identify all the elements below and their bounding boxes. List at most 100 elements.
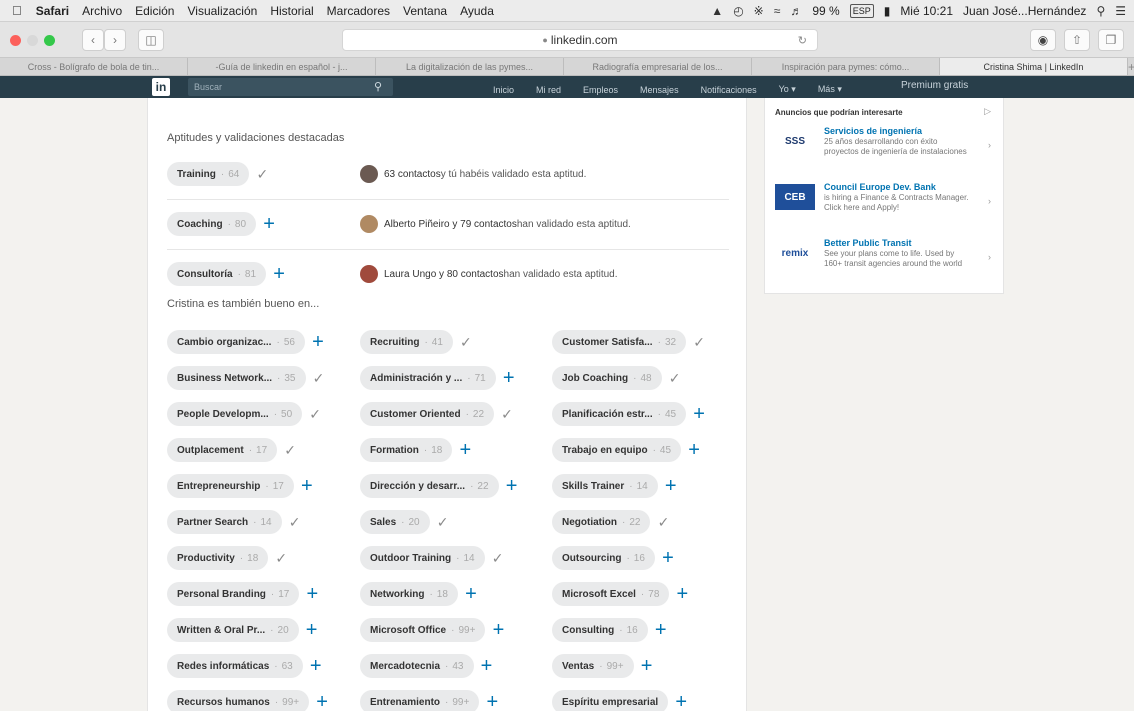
also-skill-pill[interactable]: Outplacement 17 (167, 438, 278, 462)
address-bar[interactable]: ● linkedin.com ↻ (342, 29, 818, 51)
also-skill-pill[interactable]: Microsoft Office 99+ (360, 618, 486, 642)
endorsed-check-icon[interactable]: ✓ (272, 546, 290, 570)
also-skill-pill[interactable]: Partner Search 14 (167, 510, 282, 534)
also-skill-pill[interactable]: Administración y ... 71 (360, 366, 496, 390)
endorse-plus-icon[interactable]: + (489, 618, 507, 642)
menu-edicion[interactable]: Edición (135, 4, 174, 18)
nav-empleos[interactable]: Empleos (572, 85, 629, 98)
endorse-plus-icon[interactable]: + (478, 654, 496, 678)
also-skill-pill[interactable]: Mercadotecnia 43 (360, 654, 474, 678)
also-skill-pill[interactable]: Sales 20 (360, 510, 430, 534)
endorsers-link[interactable]: 63 contactos (384, 169, 441, 180)
menu-ayuda[interactable]: Ayuda (460, 4, 494, 18)
also-skill-pill[interactable]: Skills Trainer 14 (552, 474, 658, 498)
endorsement-summary[interactable]: Laura Ungo y 80 contactos han validado e… (360, 262, 618, 286)
search-icon[interactable]: ⚲ (374, 80, 382, 93)
minimize-window-button[interactable] (27, 35, 38, 46)
nav-notificaciones[interactable]: Notificaciones (690, 85, 768, 98)
reload-icon[interactable]: ↻ (798, 34, 807, 47)
also-skill-pill[interactable]: Productivity 18 (167, 546, 269, 570)
also-skill-pill[interactable]: Espíritu empresarial (552, 690, 669, 711)
endorse-plus-icon[interactable]: + (307, 654, 325, 678)
also-skill-pill[interactable]: Dirección y desarr... 22 (360, 474, 499, 498)
endorse-plus-icon[interactable]: + (652, 618, 670, 642)
also-skill-pill[interactable]: Redes informáticas 63 (167, 654, 303, 678)
tab-5[interactable]: Inspiración para pymes: cómo... (752, 58, 940, 75)
tab-3[interactable]: La digitalización de las pymes... (376, 58, 564, 75)
endorse-plus-icon[interactable]: + (483, 690, 501, 711)
endorser-avatar[interactable] (360, 165, 378, 183)
endorse-plus-icon[interactable]: + (456, 438, 474, 462)
featured-skill-pill[interactable]: Consultoría 81 (167, 262, 267, 286)
also-skill-pill[interactable]: Ventas 99+ (552, 654, 634, 678)
input-language-badge[interactable]: ESP (849, 4, 874, 18)
apple-icon[interactable]:  (12, 3, 22, 18)
also-skill-pill[interactable]: Negotiation 22 (552, 510, 651, 534)
also-skill-pill[interactable]: Consulting 16 (552, 618, 648, 642)
endorsement-summary[interactable]: Alberto Piñeiro y 79 contactos han valid… (360, 212, 631, 236)
endorsed-check-icon[interactable]: ✓ (498, 402, 516, 426)
endorse-plus-icon[interactable]: + (313, 690, 331, 711)
menubar-clock[interactable]: Mié 10:21 (900, 4, 953, 18)
endorsement-summary[interactable]: 63 contactos y tú habéis validado esta a… (360, 162, 586, 186)
chevron-right-icon[interactable]: › (988, 196, 991, 206)
endorse-plus-icon[interactable]: + (685, 438, 703, 462)
battery-icon[interactable]: ▮ (884, 4, 891, 18)
close-window-button[interactable] (10, 35, 21, 46)
endorse-plus-icon[interactable]: + (500, 366, 518, 390)
wifi-icon[interactable]: ≈ (774, 4, 781, 18)
endorse-plus-icon[interactable]: + (503, 474, 521, 498)
sidebar-toggle-icon[interactable]: ◫ (138, 29, 164, 51)
also-skill-pill[interactable]: Networking 18 (360, 582, 458, 606)
nav-mas[interactable]: Más ▾ (807, 84, 853, 98)
tab-2[interactable]: -Guía de linkedin en español - j... (188, 58, 376, 75)
tab-6-active[interactable]: Cristina Shima | LinkedIn (940, 58, 1128, 75)
also-skill-pill[interactable]: Outdoor Training 14 (360, 546, 485, 570)
also-skill-pill[interactable]: Planificación estr... 45 (552, 402, 687, 426)
also-skill-pill[interactable]: Recruiting 41 (360, 330, 453, 354)
nav-inicio[interactable]: Inicio (482, 85, 525, 98)
endorsed-check-icon[interactable]: ✓ (286, 510, 304, 534)
endorsed-check-icon[interactable]: ✓ (306, 402, 324, 426)
spotlight-icon[interactable]: ⚲ (1096, 4, 1105, 18)
menu-safari[interactable]: Safari (36, 4, 69, 18)
premium-link[interactable]: Premium gratis (901, 80, 968, 91)
volume-icon[interactable]: ♬ (790, 4, 802, 18)
extension-icon[interactable]: ◉ (1030, 29, 1056, 51)
time-machine-icon[interactable]: ◴ (733, 4, 743, 18)
endorsers-link[interactable]: Laura Ungo y 80 contactos (384, 269, 504, 280)
featured-skill-pill[interactable]: Coaching 80 (167, 212, 257, 236)
forward-button[interactable]: › (104, 29, 126, 51)
menu-marcadores[interactable]: Marcadores (327, 4, 390, 18)
endorsed-check-icon[interactable]: ✓ (434, 510, 452, 534)
endorse-plus-icon[interactable]: + (672, 690, 690, 711)
endorse-plus-icon[interactable]: + (303, 618, 321, 642)
also-skill-pill[interactable]: Job Coaching 48 (552, 366, 662, 390)
endorse-plus-icon[interactable]: + (260, 212, 278, 236)
also-skill-pill[interactable]: Customer Oriented 22 (360, 402, 495, 426)
new-tab-button[interactable]: + (1128, 58, 1134, 75)
menu-ventana[interactable]: Ventana (403, 4, 447, 18)
show-tabs-icon[interactable]: ❐ (1098, 29, 1124, 51)
ad-title[interactable]: Servicios de ingeniería (824, 126, 922, 136)
tab-1[interactable]: Cross - Bolígrafo de bola de tin... (0, 58, 188, 75)
also-skill-pill[interactable]: Trabajo en equipo 45 (552, 438, 682, 462)
endorsed-check-icon[interactable]: ✓ (310, 366, 328, 390)
endorsed-check-icon[interactable]: ✓ (489, 546, 507, 570)
endorse-plus-icon[interactable]: + (673, 582, 691, 606)
endorsed-check-icon[interactable]: ✓ (253, 162, 271, 186)
endorsed-check-icon[interactable]: ✓ (690, 330, 708, 354)
endorsed-check-icon[interactable]: ✓ (666, 366, 684, 390)
also-skill-pill[interactable]: Entrepreneurship 17 (167, 474, 294, 498)
ad-title[interactable]: Council Europe Dev. Bank (824, 182, 936, 192)
endorse-plus-icon[interactable]: + (659, 546, 677, 570)
endorsed-check-icon[interactable]: ✓ (654, 510, 672, 534)
also-skill-pill[interactable]: Microsoft Excel 78 (552, 582, 670, 606)
also-skill-pill[interactable]: Cambio organizac... 56 (167, 330, 305, 354)
endorse-plus-icon[interactable]: + (638, 654, 656, 678)
endorse-plus-icon[interactable]: + (309, 330, 327, 354)
endorser-avatar[interactable] (360, 265, 378, 283)
also-skill-pill[interactable]: Personal Branding 17 (167, 582, 300, 606)
ad-logo[interactable]: remix (775, 240, 815, 266)
also-skill-pill[interactable]: Written & Oral Pr... 20 (167, 618, 299, 642)
